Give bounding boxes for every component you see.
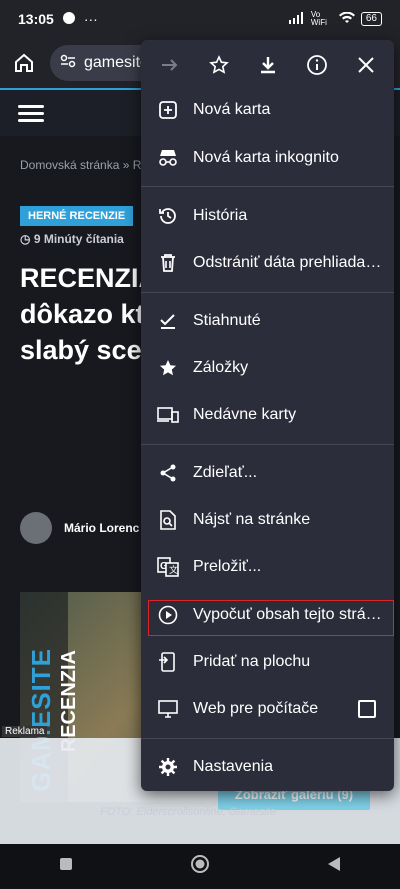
- trash-icon: [157, 252, 179, 274]
- menu-divider: [141, 738, 394, 739]
- battery-indicator: 66: [360, 12, 382, 26]
- image-sub-text: RECENZIA: [58, 649, 80, 752]
- close-menu-button[interactable]: [351, 50, 381, 80]
- recents-button[interactable]: [59, 857, 73, 876]
- menu-item-find-in-page[interactable]: Nájsť na stránke: [141, 498, 394, 542]
- highlight-box: [148, 600, 394, 636]
- download-icon: [260, 57, 275, 74]
- vowifi-label: Vo WiFi: [310, 10, 327, 27]
- back-button[interactable]: [327, 856, 341, 877]
- arrow-right-icon: [161, 59, 177, 71]
- incognito-icon: [157, 147, 179, 169]
- category-tag[interactable]: HERNÉ RECENZIE: [20, 206, 134, 226]
- menu-item-history[interactable]: História: [141, 194, 394, 238]
- menu-divider: [141, 186, 394, 187]
- square-icon: [59, 858, 72, 870]
- page-info-button[interactable]: [302, 50, 332, 80]
- home-icon: [15, 53, 33, 72]
- menu-item-recent-tabs[interactable]: Nedávne karty: [141, 393, 394, 437]
- close-icon: [357, 57, 374, 73]
- share-icon: [157, 462, 179, 484]
- home-button[interactable]: [10, 49, 38, 77]
- download-done-icon: [157, 310, 179, 332]
- forward-button[interactable]: [155, 50, 185, 80]
- find-in-page-icon: [157, 509, 179, 531]
- circle-icon: [190, 855, 209, 873]
- menu-item-desktop-site[interactable]: Web pre počítače: [141, 687, 394, 731]
- more-notifications-icon: ···: [83, 11, 98, 27]
- author-row[interactable]: Mário Lorenc: [20, 512, 139, 544]
- menu-item-bookmarks[interactable]: Záložky: [141, 346, 394, 390]
- read-time: ◷ 9 Minúty čítania: [20, 232, 124, 246]
- add-to-home-icon: [157, 651, 179, 673]
- desktop-icon: [157, 698, 179, 720]
- menu-item-clear-data[interactable]: Odstrániť dáta prehliadania: [141, 241, 394, 285]
- image-caption: FOTO: Elderscrollsonline, Gamesite: [100, 806, 276, 818]
- site-settings-icon[interactable]: [60, 54, 76, 73]
- menu-divider: [141, 292, 394, 293]
- star-filled-icon: [157, 357, 179, 379]
- menu-item-share[interactable]: Zdieľať...: [141, 451, 394, 495]
- ad-label: Reklama: [2, 726, 48, 737]
- desktop-site-checkbox[interactable]: [358, 700, 376, 718]
- avatar: [20, 512, 52, 544]
- menu-item-incognito[interactable]: Nová karta inkognito: [141, 136, 394, 180]
- system-nav-bar: [0, 844, 400, 889]
- url-text: gamesite: [84, 54, 149, 71]
- browser-overflow-menu: Nová karta Nová karta inkognito História…: [141, 40, 394, 791]
- signal-icon: [288, 11, 305, 27]
- settings-icon: [157, 756, 179, 778]
- translate-icon: G文: [157, 556, 179, 578]
- devices-icon: [157, 404, 179, 426]
- messenger-icon: [62, 11, 76, 28]
- clock: 13:05: [18, 11, 54, 27]
- menu-item-downloads[interactable]: Stiahnuté: [141, 299, 394, 343]
- info-icon: [306, 55, 327, 75]
- menu-item-new-tab[interactable]: Nová karta: [141, 88, 394, 132]
- hamburger-menu-icon[interactable]: [18, 101, 44, 126]
- menu-action-bar: [141, 40, 394, 90]
- clock-icon: ◷: [20, 232, 34, 246]
- back-triangle-icon: [328, 857, 341, 871]
- menu-item-translate[interactable]: G文 Preložiť...: [141, 545, 394, 589]
- status-bar: 13:05 ··· Vo WiFi 66: [0, 0, 400, 38]
- svg-text:文: 文: [169, 564, 178, 575]
- home-nav-button[interactable]: [190, 854, 210, 879]
- bookmark-button[interactable]: [204, 50, 234, 80]
- plus-square-icon: [157, 99, 179, 121]
- menu-divider: [141, 444, 394, 445]
- menu-item-settings[interactable]: Nastavenia: [141, 745, 394, 789]
- history-icon: [157, 205, 179, 227]
- menu-item-add-to-home[interactable]: Pridať na plochu: [141, 640, 394, 684]
- author-name: Mário Lorenc: [64, 521, 140, 535]
- star-outline-icon: [208, 55, 229, 74]
- wifi-icon: [338, 11, 355, 27]
- download-button[interactable]: [253, 50, 283, 80]
- breadcrumb[interactable]: Domovská stránka » R: [20, 158, 141, 172]
